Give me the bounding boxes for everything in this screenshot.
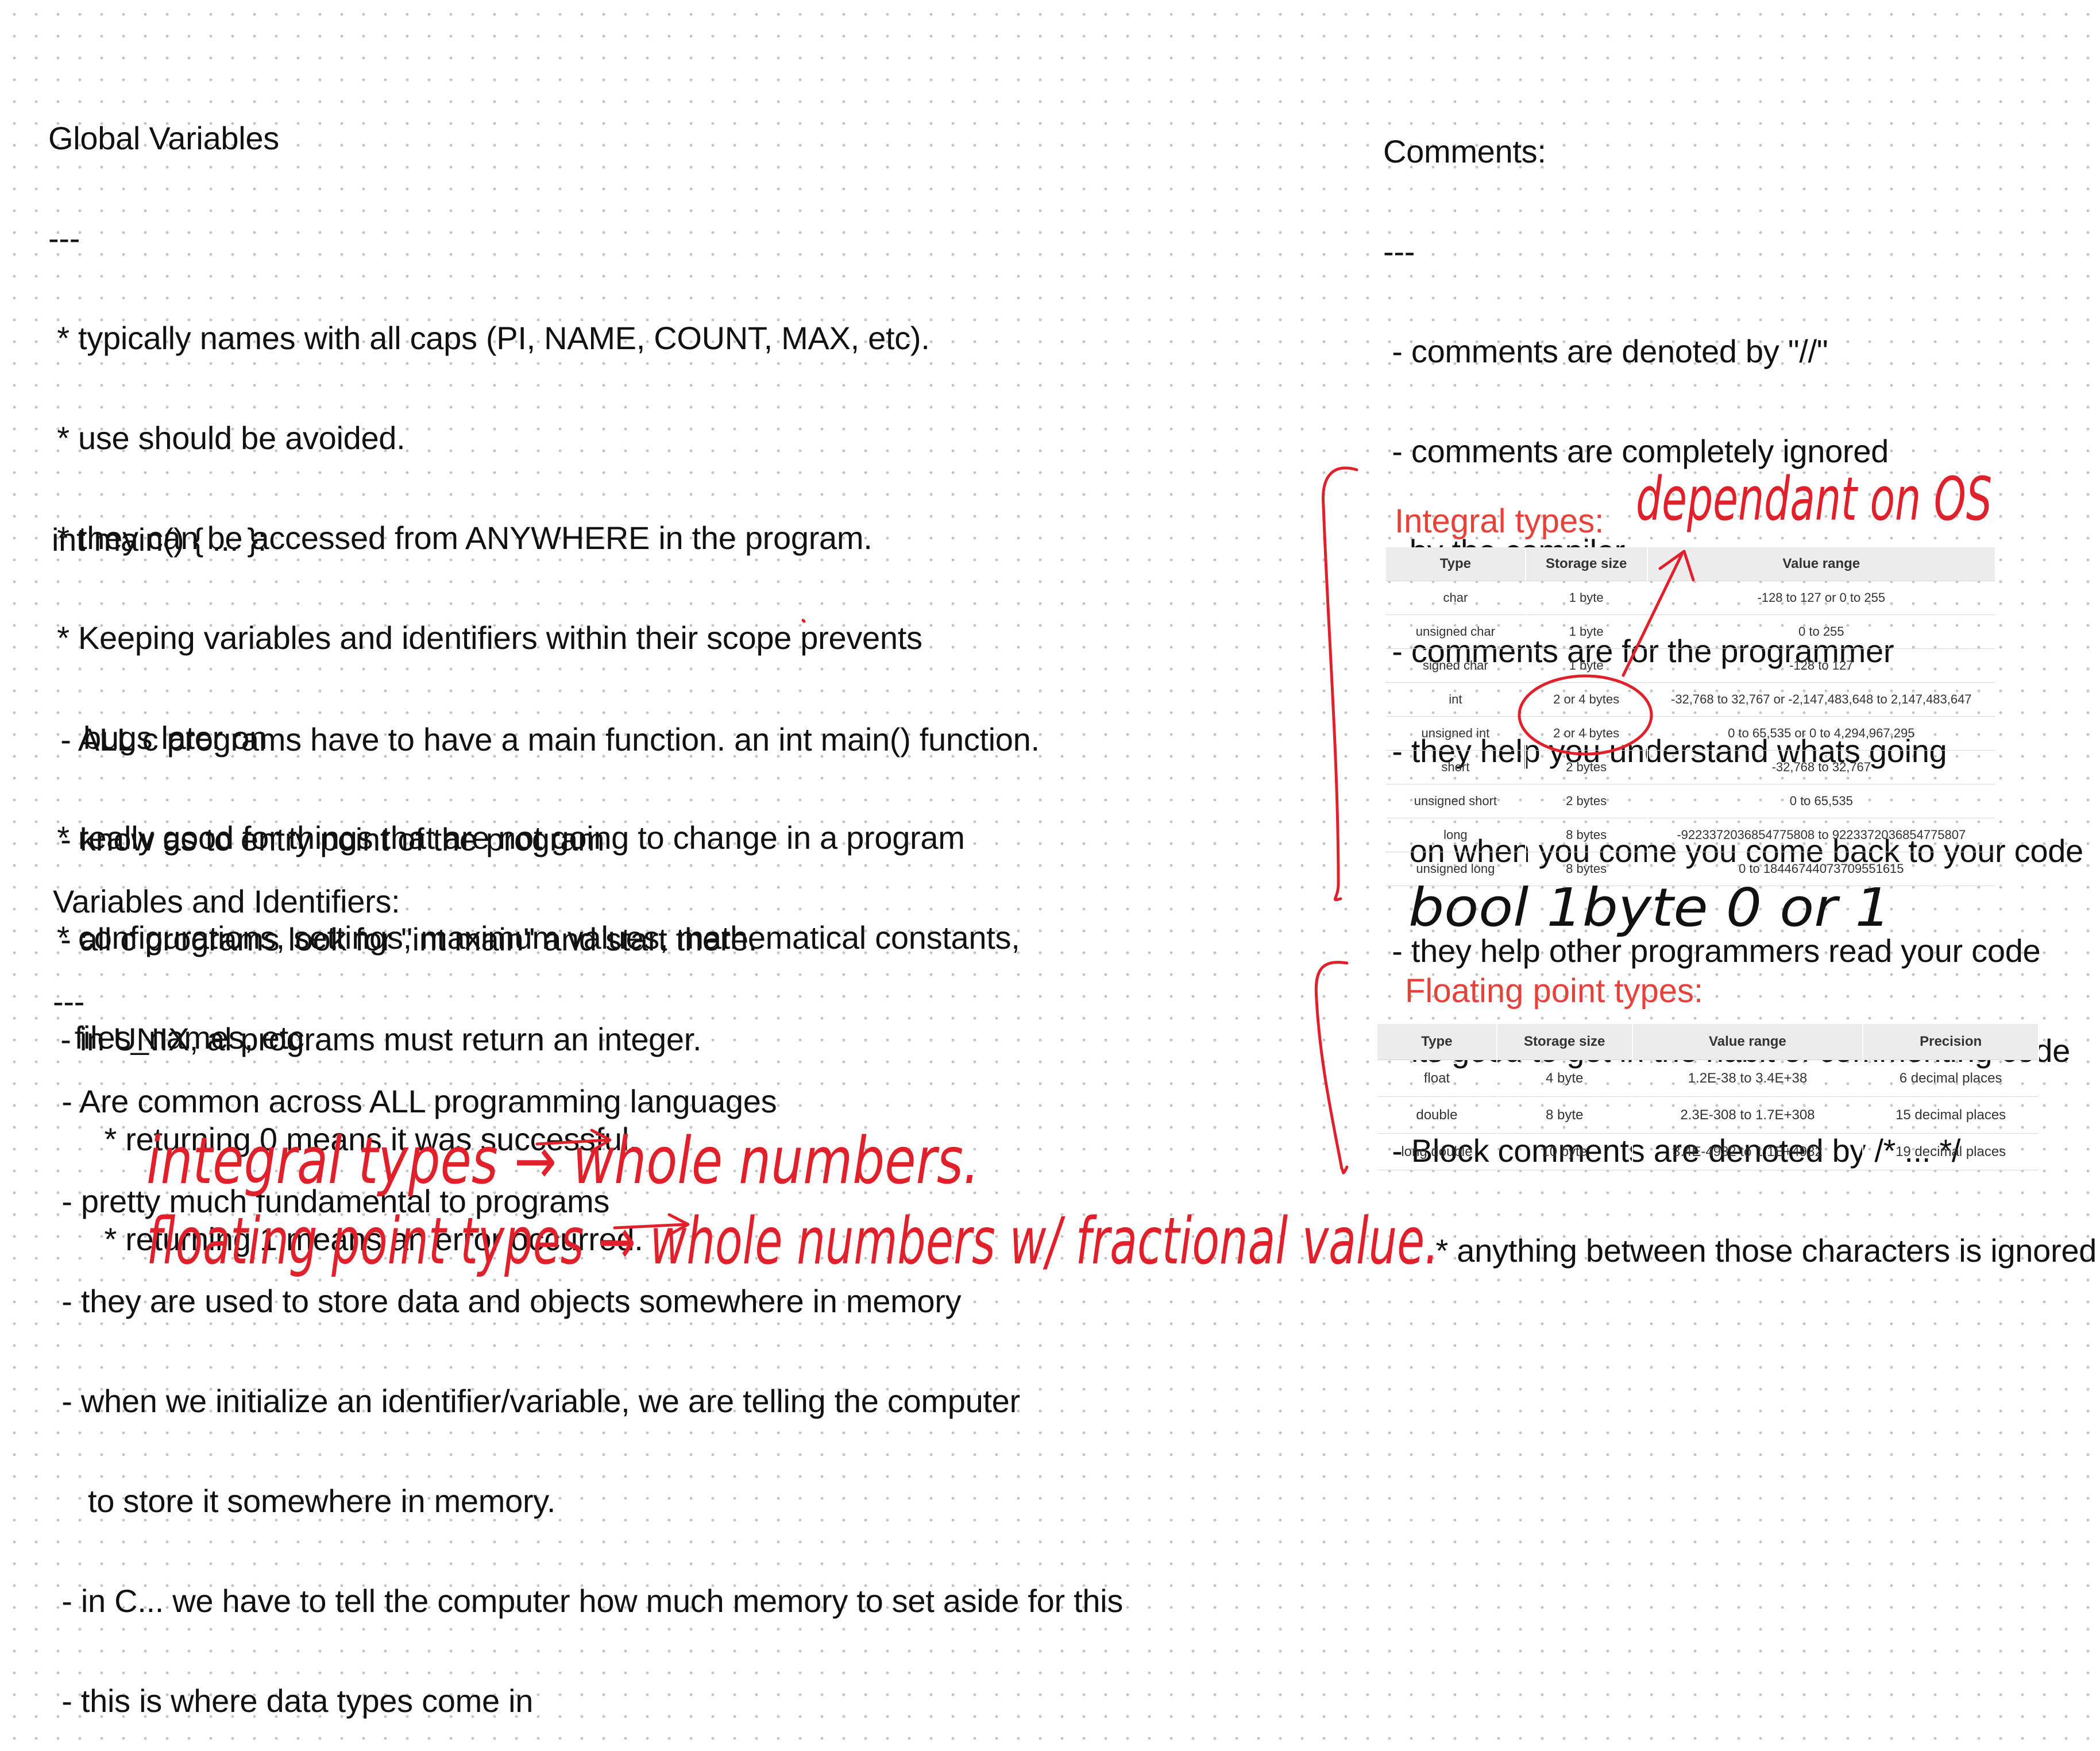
cell: short [1386, 750, 1526, 784]
global-variables-rule: --- [48, 220, 80, 256]
cell: unsigned short [1386, 784, 1526, 818]
main-function-title: int main() { ... }: [52, 521, 267, 558]
table-row: long 8 bytes -9223372036854775808 to 92233… [1386, 818, 1997, 852]
comments-rule: --- [1383, 233, 1415, 269]
column-header: Value range [1647, 547, 1997, 581]
column-header: Storage size [1496, 1024, 1633, 1060]
cell: 15 decimal places [1863, 1096, 2039, 1134]
table-header-row: Type Storage size Value range [1386, 547, 1997, 581]
cell: 8 byte [1496, 1096, 1633, 1134]
table-row: unsigned long 8 bytes 0 to 184467440737095… [1386, 852, 1997, 886]
global-variables-title: Global Variables [48, 120, 279, 156]
cell: double [1377, 1096, 1497, 1134]
cell: 0 to 255 [1647, 614, 1997, 649]
note-line: - they help other programmers read your … [1383, 933, 2041, 969]
cell: int [1386, 682, 1526, 717]
cell: long double [1377, 1133, 1497, 1170]
cell: unsigned int [1386, 716, 1526, 751]
cell: long [1386, 818, 1526, 852]
note-line: to store it somewhere in memory. [53, 1483, 556, 1519]
cell: 1 byte [1525, 581, 1648, 615]
cell: unsigned long [1386, 852, 1526, 886]
cell: 1 byte [1525, 614, 1648, 649]
cell: 0 to 18446744073709551615 [1647, 852, 1997, 886]
cell: unsigned char [1386, 614, 1526, 649]
column-header: Storage size [1525, 547, 1648, 581]
cell: -128 to 127 [1647, 648, 1997, 683]
cell: 2 bytes [1525, 784, 1648, 818]
table-row: unsigned short 2 bytes 0 to 65,535 [1386, 784, 1997, 818]
table-row: float 4 byte 1.2E-38 to 3.4E+38 6 decimal p… [1377, 1060, 2039, 1097]
note-line: - ALL c programs have to have a main fun… [52, 721, 1040, 757]
cell: -32,768 to 32,767 [1647, 750, 1997, 784]
table-row: unsigned int 2 or 4 bytes 0 to 65,535 or 0… [1386, 716, 1997, 751]
cell: 4 byte [1496, 1060, 1633, 1097]
cell: 2 or 4 bytes [1525, 682, 1648, 717]
floating-brace-mark [1314, 961, 1349, 1174]
cell: 3.4E-4932 to 1.1E+4932 [1632, 1133, 1864, 1170]
column-header: Type [1386, 547, 1526, 581]
note-line: - they are used to store data and object… [53, 1283, 962, 1319]
note-line: - comments are denoted by "//" [1383, 333, 1828, 369]
note-line: - this is where data types come in [53, 1683, 534, 1719]
integral-types-title: Integral types: [1395, 503, 1604, 540]
table-header-row: Type Storage size Value range Precision [1377, 1024, 2039, 1060]
cell: 1.2E-38 to 3.4E+38 [1632, 1060, 1864, 1097]
cell: signed char [1386, 648, 1526, 683]
cell: 8 bytes [1525, 852, 1648, 886]
cell: char [1386, 581, 1526, 615]
table-row: short 2 bytes -32,768 to 32,767 [1386, 750, 1997, 784]
cell: 2.3E-308 to 1.7E+308 [1632, 1096, 1864, 1134]
cell: -32,768 to 32,767 or -2,147,483,648 to 2… [1647, 682, 1997, 717]
cell: 2 bytes [1525, 750, 1648, 784]
comments-title: Comments: [1383, 133, 1546, 169]
column-header: Value range [1632, 1024, 1864, 1060]
integral-types-table: Type Storage size Value range char 1 byte… [1386, 547, 1997, 886]
variables-section: Variables and Identifiers: --- - Are com… [53, 818, 1123, 1751]
note-line: * anything between those characters is i… [1383, 1232, 2097, 1269]
table-row: signed char 1 byte -128 to 127 [1386, 648, 1997, 683]
note-line: * use should be avoided. [48, 420, 406, 456]
cell: 0 to 65,535 or 0 to 4,294,967,295 [1647, 716, 1997, 751]
table-row: long double 10 byte 3.4E-4932 to 1.1E+4932… [1377, 1133, 2039, 1170]
note-line: - Are common across ALL programming lang… [53, 1083, 777, 1119]
table-row: int 2 or 4 bytes -32,768 to 32,767 or -2,1… [1386, 682, 1997, 717]
cell: 1 byte [1525, 648, 1648, 683]
note-line: - in C... we have to tell the computer h… [53, 1583, 1124, 1619]
table-row: unsigned char 1 byte 0 to 255 [1386, 614, 1997, 649]
column-header: Precision [1863, 1024, 2039, 1060]
table-row: double 8 byte 2.3E-308 to 1.7E+308 15 decim… [1377, 1096, 2039, 1134]
table-row: char 1 byte -128 to 127 or 0 to 255 [1386, 581, 1997, 615]
integral-brace-mark [1322, 466, 1358, 902]
cell: 2 or 4 bytes [1525, 716, 1648, 751]
note-line: - when we initialize an identifier/varia… [53, 1383, 1020, 1419]
cell: 6 decimal places [1863, 1060, 2039, 1097]
cell: float [1377, 1060, 1497, 1097]
floating-types-title: Floating point types: [1405, 972, 1704, 1010]
column-header: Type [1377, 1024, 1497, 1060]
cell: -9223372036854775808 to 9223372036854775… [1647, 818, 1997, 852]
cell: 8 bytes [1525, 818, 1648, 852]
cell: 10 byte [1496, 1133, 1633, 1170]
note-line: - comments are completely ignored [1383, 433, 1889, 469]
cell: 0 to 65,535 [1647, 784, 1997, 818]
variables-rule: --- [53, 983, 85, 1019]
variables-title: Variables and Identifiers: [53, 883, 400, 919]
floating-types-table: Type Storage size Value range Precision … [1377, 1024, 2039, 1170]
cell: 19 decimal places [1863, 1133, 2039, 1170]
cell: -128 to 127 or 0 to 255 [1647, 581, 1997, 615]
note-line: - pretty much fundamental to programs [53, 1183, 610, 1219]
note-line: * typically names with all caps (PI, NAM… [48, 320, 930, 356]
